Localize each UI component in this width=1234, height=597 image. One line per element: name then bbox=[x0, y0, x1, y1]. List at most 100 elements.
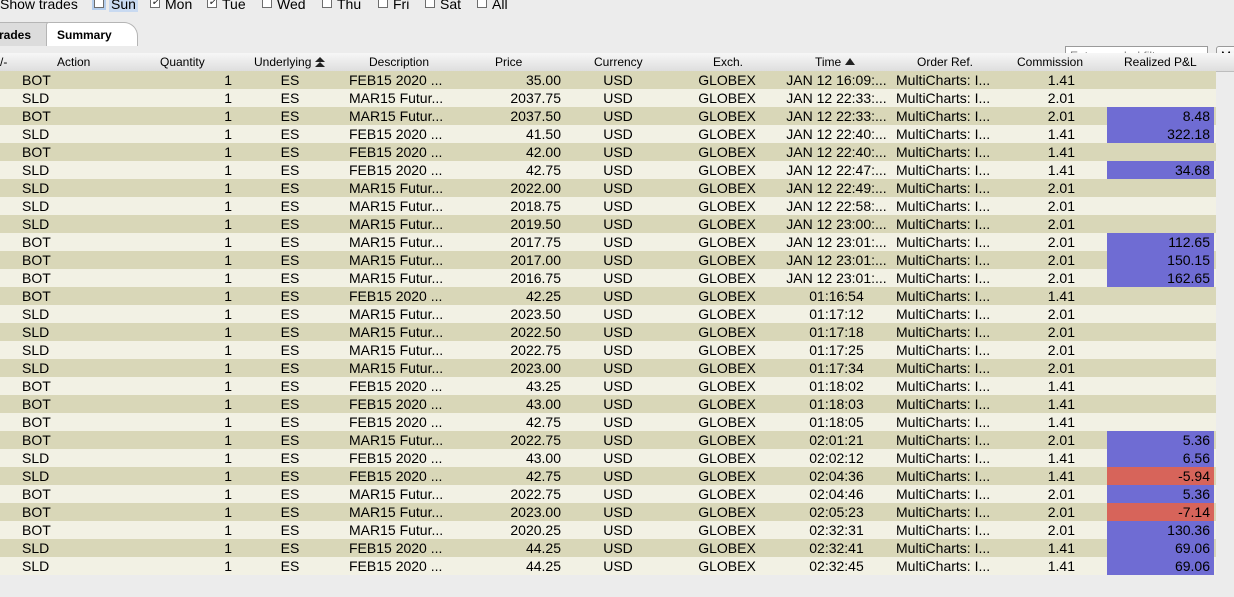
day-checkbox-sun[interactable]: Sun bbox=[94, 0, 138, 12]
checkbox-checked-icon[interactable] bbox=[150, 0, 160, 8]
table-row[interactable]: BOT 1 ES FEB15 2020 ... 35.00 USD GLOBEX JAN 12… bbox=[0, 71, 1216, 89]
commission-cell: 1.41 bbox=[1047, 450, 1075, 466]
column-underlying[interactable]: Underlying bbox=[254, 53, 326, 71]
currency-cell: USD bbox=[603, 324, 633, 340]
currency-cell: USD bbox=[603, 486, 633, 502]
table-row[interactable]: SLD 1 ES FEB15 2020 ... 42.75 USD GLOBEX 02:04:… bbox=[0, 467, 1216, 485]
price-cell: 43.00 bbox=[525, 396, 561, 412]
order-ref-cell: MultiCharts: I... bbox=[896, 432, 991, 448]
exchange-cell: GLOBEX bbox=[698, 342, 756, 358]
table-row[interactable]: SLD 1 ES MAR15 Futur... 2022.75 USD GLOBEX 01:1… bbox=[0, 341, 1216, 359]
order-ref-cell: MultiCharts: I... bbox=[896, 522, 991, 538]
column-description[interactable]: Description bbox=[369, 53, 429, 71]
day-checkbox-wed[interactable]: Wed bbox=[262, 0, 306, 12]
table-row[interactable]: SLD 1 ES FEB15 2020 ... 44.25 USD GLOBEX 02:32:… bbox=[0, 539, 1216, 557]
tab-summary[interactable]: Summary bbox=[46, 22, 138, 46]
day-checkbox-tue[interactable]: Tue bbox=[207, 0, 246, 12]
action-cell: BOT bbox=[22, 252, 51, 268]
currency-cell: USD bbox=[603, 414, 633, 430]
table-row[interactable]: SLD 1 ES MAR15 Futur... 2018.75 USD GLOBEX JAN … bbox=[0, 197, 1216, 215]
checkbox-checked-icon[interactable] bbox=[207, 0, 217, 8]
table-row[interactable]: BOT 1 ES FEB15 2020 ... 42.25 USD GLOBEX 01:16:… bbox=[0, 287, 1216, 305]
exchange-cell: GLOBEX bbox=[698, 126, 756, 142]
checkbox-icon[interactable] bbox=[477, 0, 487, 8]
column-quantity[interactable]: Quantity bbox=[160, 53, 205, 71]
order-ref-cell: MultiCharts: I... bbox=[896, 558, 991, 574]
table-row[interactable]: BOT 1 ES FEB15 2020 ... 42.00 USD GLOBEX JAN 12… bbox=[0, 143, 1216, 161]
column-realized-pnl[interactable]: Realized P&L bbox=[1124, 53, 1197, 71]
table-row[interactable]: BOT 1 ES MAR15 Futur... 2022.75 USD GLOBEX 02:0… bbox=[0, 485, 1216, 503]
tab-trades[interactable]: rades bbox=[0, 22, 48, 46]
day-checkbox-all[interactable]: All bbox=[477, 0, 508, 12]
action-cell: SLD bbox=[22, 162, 50, 178]
column-action[interactable]: Action bbox=[57, 53, 90, 71]
table-row[interactable]: SLD 1 ES MAR15 Futur... 2023.50 USD GLOBEX 01:1… bbox=[0, 305, 1216, 323]
action-cell: BOT bbox=[22, 378, 51, 394]
day-checkbox-fri[interactable]: Fri bbox=[378, 0, 409, 12]
table-row[interactable]: SLD 1 ES FEB15 2020 ... 42.75 USD GLOBEX JAN 12… bbox=[0, 161, 1216, 179]
underlying-cell: ES bbox=[280, 216, 300, 232]
quantity-cell: 1 bbox=[224, 486, 232, 502]
table-row[interactable]: SLD 1 ES FEB15 2020 ... 44.25 USD GLOBEX 02:32:… bbox=[0, 557, 1216, 575]
column-order-ref[interactable]: Order Ref. bbox=[917, 53, 973, 71]
commission-cell: 2.01 bbox=[1047, 360, 1075, 376]
table-row[interactable]: SLD 1 ES FEB15 2020 ... 43.00 USD GLOBEX 02:02:… bbox=[0, 449, 1216, 467]
table-row[interactable]: SLD 1 ES MAR15 Futur... 2022.50 USD GLOBEX 01:1… bbox=[0, 323, 1216, 341]
column-price[interactable]: Price bbox=[495, 53, 522, 71]
checkbox-icon[interactable] bbox=[425, 0, 435, 8]
time-cell: 01:17:18 bbox=[809, 324, 864, 340]
table-row[interactable]: BOT 1 ES MAR15 Futur... 2017.75 USD GLOBEX JAN … bbox=[0, 233, 1216, 251]
currency-cell: USD bbox=[603, 270, 633, 286]
time-cell: 02:01:21 bbox=[809, 432, 864, 448]
underlying-cell: ES bbox=[280, 342, 300, 358]
day-checkbox-thu[interactable]: Thu bbox=[322, 0, 361, 12]
price-cell: 2037.75 bbox=[510, 90, 561, 106]
checkbox-icon[interactable] bbox=[94, 0, 104, 8]
table-row[interactable]: SLD 1 ES MAR15 Futur... 2022.00 USD GLOBEX JAN … bbox=[0, 179, 1216, 197]
currency-cell: USD bbox=[603, 144, 633, 160]
exchange-cell: GLOBEX bbox=[698, 540, 756, 556]
checkbox-icon[interactable] bbox=[378, 0, 388, 8]
checkbox-icon[interactable] bbox=[262, 0, 272, 8]
table-row[interactable]: BOT 1 ES FEB15 2020 ... 43.25 USD GLOBEX 01:18:… bbox=[0, 377, 1216, 395]
column-currency[interactable]: Currency bbox=[594, 53, 643, 71]
table-row[interactable]: BOT 1 ES MAR15 Futur... 2016.75 USD GLOBEX JAN … bbox=[0, 269, 1216, 287]
checkbox-icon[interactable] bbox=[322, 0, 332, 8]
price-cell: 35.00 bbox=[525, 72, 561, 88]
table-row[interactable]: BOT 1 ES MAR15 Futur... 2020.25 USD GLOBEX 02:3… bbox=[0, 521, 1216, 539]
action-cell: BOT bbox=[22, 288, 51, 304]
table-row[interactable]: BOT 1 ES MAR15 Futur... 2017.00 USD GLOBEX JAN … bbox=[0, 251, 1216, 269]
table-row[interactable]: SLD 1 ES MAR15 Futur... 2019.50 USD GLOBEX JAN … bbox=[0, 215, 1216, 233]
exchange-cell: GLOBEX bbox=[698, 108, 756, 124]
table-row[interactable]: BOT 1 ES MAR15 Futur... 2022.75 USD GLOBEX 02:0… bbox=[0, 431, 1216, 449]
table-row[interactable]: BOT 1 ES FEB15 2020 ... 42.75 USD GLOBEX 01:18:… bbox=[0, 413, 1216, 431]
column-exch[interactable]: Exch. bbox=[713, 53, 743, 71]
table-row[interactable]: SLD 1 ES MAR15 Futur... 2023.00 USD GLOBEX 01:1… bbox=[0, 359, 1216, 377]
column-time[interactable]: Time bbox=[815, 53, 855, 71]
currency-cell: USD bbox=[603, 558, 633, 574]
quantity-cell: 1 bbox=[224, 216, 232, 232]
day-checkbox-mon[interactable]: Mon bbox=[150, 0, 192, 12]
description-cell: FEB15 2020 ... bbox=[349, 396, 443, 412]
price-cell: 2022.75 bbox=[510, 432, 561, 448]
currency-cell: USD bbox=[603, 180, 633, 196]
realized-pnl-cell bbox=[1107, 179, 1214, 197]
time-cell: JAN 12 16:09:... bbox=[786, 72, 887, 88]
day-checkbox-sat[interactable]: Sat bbox=[425, 0, 461, 12]
price-cell: 2018.75 bbox=[510, 198, 561, 214]
table-row[interactable]: SLD 1 ES FEB15 2020 ... 41.50 USD GLOBEX JAN 12… bbox=[0, 125, 1216, 143]
price-cell: 2037.50 bbox=[510, 108, 561, 124]
commission-cell: 2.01 bbox=[1047, 342, 1075, 358]
action-cell: SLD bbox=[22, 216, 50, 232]
column-commission[interactable]: Commission bbox=[1017, 53, 1083, 71]
time-cell: 02:02:12 bbox=[809, 450, 864, 466]
show-trades-filter: Show trades Sun Mon Tue Wed Thu Fri Sat … bbox=[0, 0, 1234, 14]
underlying-cell: ES bbox=[280, 234, 300, 250]
table-row[interactable]: BOT 1 ES FEB15 2020 ... 43.00 USD GLOBEX 01:18:… bbox=[0, 395, 1216, 413]
realized-pnl-cell bbox=[1107, 323, 1214, 341]
table-row[interactable]: BOT 1 ES MAR15 Futur... 2023.00 USD GLOBEX 02:0… bbox=[0, 503, 1216, 521]
table-row[interactable]: SLD 1 ES MAR15 Futur... 2037.75 USD GLOBEX JAN … bbox=[0, 89, 1216, 107]
table-row[interactable]: BOT 1 ES MAR15 Futur... 2037.50 USD GLOBEX JAN … bbox=[0, 107, 1216, 125]
column-plusminus[interactable]: /- bbox=[0, 53, 7, 71]
commission-cell: 1.41 bbox=[1047, 468, 1075, 484]
